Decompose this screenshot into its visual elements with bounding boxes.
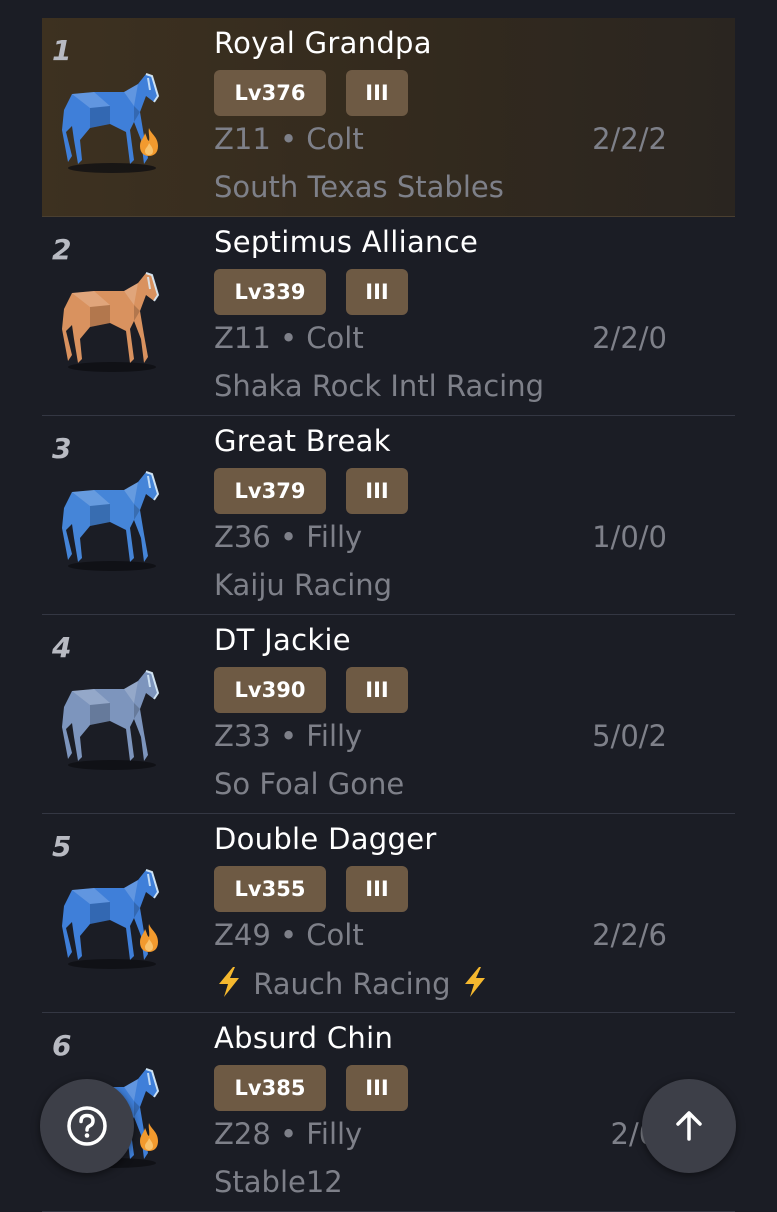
horse-name[interactable]: DT Jackie <box>214 623 351 657</box>
race-record: 1/0/0 <box>592 520 667 554</box>
race-record: 2/2/0 <box>592 321 667 355</box>
horse-icon[interactable] <box>50 66 170 176</box>
horse-row[interactable]: 5 Double Dagger Lv355 III Z49 • Colt 2/2/6 Ra… <box>42 814 735 1013</box>
stable-name: Kaiju Racing <box>214 568 393 602</box>
rank-number: 6 <box>52 1029 72 1062</box>
stable-name: Shaka Rock Intl Racing <box>214 369 545 403</box>
horse-row[interactable]: 2 Septimus Alliance Lv339 III Z11 • Colt 2/2/… <box>42 217 735 416</box>
badge-group: Lv339 III <box>214 269 408 315</box>
stable-name: So Foal Gone <box>214 767 405 801</box>
badge-group: Lv385 III <box>214 1065 408 1111</box>
horse-row[interactable]: 3 Great Break Lv379 III Z36 • Filly 1/0/0 Kaij… <box>42 416 735 615</box>
level-badge: Lv379 <box>214 468 326 514</box>
badge-group: Lv390 III <box>214 667 408 713</box>
grade-badge: III <box>346 1065 408 1111</box>
stable-name: Rauch Racing <box>253 967 451 1001</box>
horse-row[interactable]: 4 DT Jackie Lv390 III Z33 • Filly 5/0/2 So Foa… <box>42 615 735 814</box>
grade-badge: III <box>346 667 408 713</box>
stable-line: Stable12 <box>214 1165 343 1199</box>
stable-line: Shaka Rock Intl Racing <box>214 369 544 403</box>
stable-line: Rauch Racing <box>214 966 490 1001</box>
horse-name[interactable]: Royal Grandpa <box>214 26 432 60</box>
grade-badge: III <box>346 70 408 116</box>
rank-number: 2 <box>52 233 72 266</box>
horse-icon[interactable] <box>50 265 170 375</box>
fire-icon <box>136 922 162 954</box>
stable-name: Stable12 <box>214 1165 343 1199</box>
race-record: 2/2/6 <box>592 918 667 952</box>
fire-icon <box>136 126 162 158</box>
horse-row[interactable]: 6 Absurd Chin Lv385 III Z28 • Filly 2/0/Stabl… <box>42 1013 735 1212</box>
horse-name[interactable]: Double Dagger <box>214 822 437 856</box>
horse-icon[interactable] <box>50 663 170 773</box>
zone-gender: Z28 • Filly <box>214 1117 363 1151</box>
badge-group: Lv376 III <box>214 70 408 116</box>
rank-number: 1 <box>52 34 72 67</box>
stable-line: South Texas Stables <box>214 170 504 204</box>
grade-badge: III <box>346 468 408 514</box>
horse-list: 1 Royal Grandpa Lv376 III Z11 • Colt 2/2/2 Sou… <box>42 18 735 1212</box>
level-badge: Lv355 <box>214 866 326 912</box>
zone-gender: Z11 • Colt <box>214 122 364 156</box>
lightning-icon <box>460 966 490 998</box>
horse-row[interactable]: 1 Royal Grandpa Lv376 III Z11 • Colt 2/2/2 Sou… <box>42 18 735 217</box>
level-badge: Lv339 <box>214 269 326 315</box>
zone-gender: Z49 • Colt <box>214 918 364 952</box>
horse-icon[interactable] <box>50 862 170 972</box>
arrow-up-icon <box>669 1106 709 1146</box>
level-badge: Lv390 <box>214 667 326 713</box>
badge-group: Lv379 III <box>214 468 408 514</box>
rank-number: 3 <box>52 432 72 465</box>
race-record: 5/0/2 <box>592 719 667 753</box>
stable-line: So Foal Gone <box>214 767 404 801</box>
scroll-to-top-button[interactable] <box>642 1079 736 1173</box>
rank-number: 4 <box>52 631 72 664</box>
grade-badge: III <box>346 269 408 315</box>
lightning-icon <box>214 966 244 998</box>
rank-number: 5 <box>52 830 72 863</box>
fire-icon <box>136 1121 162 1153</box>
horse-name[interactable]: Great Break <box>214 424 391 458</box>
horse-name[interactable]: Septimus Alliance <box>214 225 478 259</box>
race-record: 2/2/2 <box>592 122 667 156</box>
help-button[interactable] <box>40 1079 134 1173</box>
stable-line: Kaiju Racing <box>214 568 392 602</box>
zone-gender: Z11 • Colt <box>214 321 364 355</box>
horse-icon[interactable] <box>50 464 170 574</box>
level-badge: Lv376 <box>214 70 326 116</box>
horse-name[interactable]: Absurd Chin <box>214 1021 393 1055</box>
level-badge: Lv385 <box>214 1065 326 1111</box>
zone-gender: Z36 • Filly <box>214 520 363 554</box>
zone-gender: Z33 • Filly <box>214 719 363 753</box>
grade-badge: III <box>346 866 408 912</box>
stable-name: South Texas Stables <box>214 170 504 204</box>
badge-group: Lv355 III <box>214 866 408 912</box>
question-circle-icon <box>65 1104 109 1148</box>
